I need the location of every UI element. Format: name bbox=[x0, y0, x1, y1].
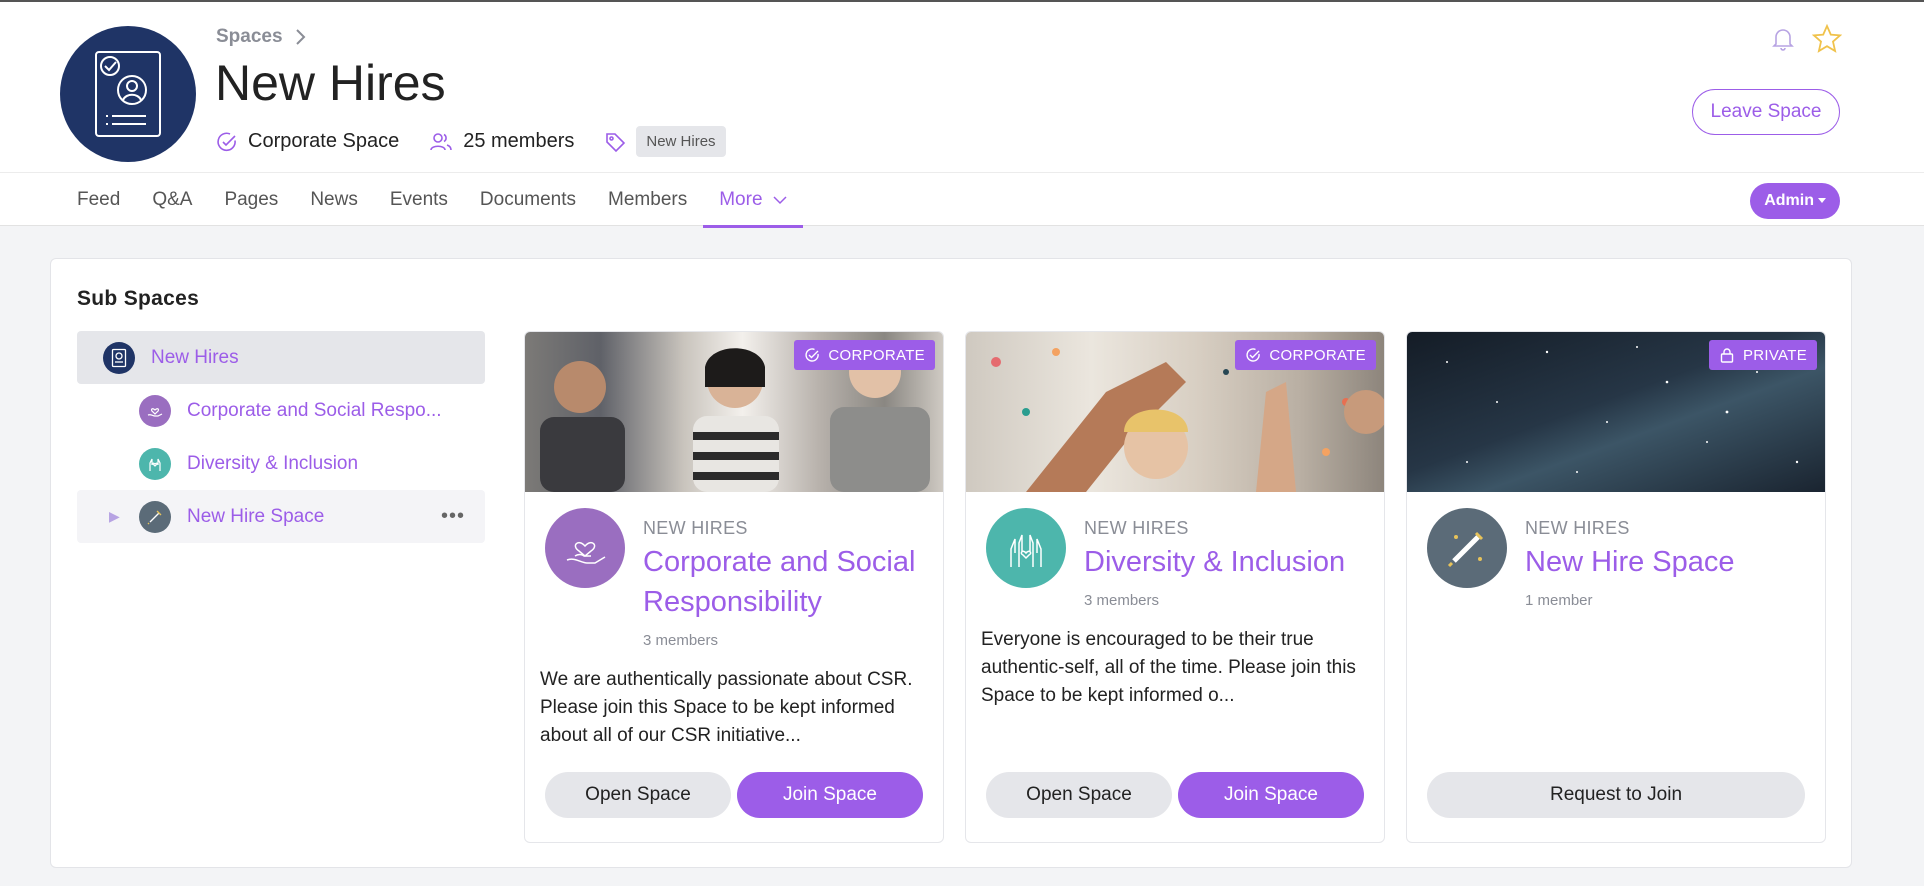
sub-spaces-tree: New Hires Corporate and Social Respo... … bbox=[77, 331, 485, 543]
admin-label: Admin bbox=[1764, 192, 1814, 209]
space-type: Corporate Space bbox=[216, 130, 399, 153]
tab-pages[interactable]: Pages bbox=[208, 173, 294, 227]
tag-chip[interactable]: New Hires bbox=[636, 126, 726, 157]
card-cover-image: CORPORATE bbox=[966, 332, 1384, 492]
check-circle-icon bbox=[1246, 348, 1261, 362]
raised-hands-icon bbox=[986, 508, 1066, 588]
tab-more[interactable]: More bbox=[703, 173, 803, 228]
member-count-label: 25 members bbox=[463, 130, 575, 152]
star-icon[interactable] bbox=[1812, 24, 1842, 54]
open-space-button[interactable]: Open Space bbox=[986, 772, 1172, 818]
id-card-icon bbox=[95, 51, 161, 137]
tree-item-csr[interactable]: Corporate and Social Respo... bbox=[77, 384, 485, 437]
card-parent-label: NEW HIRES bbox=[1525, 518, 1630, 538]
tree-item-new-hire-space[interactable]: ▶ New Hire Space ••• bbox=[77, 490, 485, 543]
rocket-icon bbox=[1427, 508, 1507, 588]
tab-members[interactable]: Members bbox=[592, 173, 703, 227]
card-title[interactable]: New Hire Space bbox=[1525, 542, 1815, 582]
hand-heart-icon bbox=[139, 394, 171, 427]
tree-item-new-hires[interactable]: New Hires bbox=[77, 331, 485, 384]
member-count[interactable]: 25 members bbox=[429, 130, 574, 153]
card-title[interactable]: Diversity & Inclusion bbox=[1084, 542, 1374, 582]
chevron-down-icon bbox=[772, 196, 787, 205]
card-parent-label: NEW HIRES bbox=[1084, 518, 1189, 538]
card-actions: Request to Join bbox=[1427, 772, 1805, 818]
card-description: We are authentically passionate about CS… bbox=[540, 669, 913, 746]
raised-hands-icon bbox=[139, 447, 171, 480]
tag-icon bbox=[606, 132, 626, 152]
lock-icon bbox=[1720, 348, 1734, 363]
space-card-csr[interactable]: CORPORATE NEW HIRES Corporate and Social… bbox=[524, 331, 944, 843]
space-card-diversity[interactable]: CORPORATE NEW HIRES Diversity & Inclusio… bbox=[965, 331, 1385, 843]
space-header: Spaces New Hires Corporate Space 25 memb… bbox=[0, 0, 1924, 172]
tree-item-label: Diversity & Inclusion bbox=[187, 452, 359, 474]
id-card-icon bbox=[103, 341, 135, 374]
space-type-label: Corporate Space bbox=[248, 130, 400, 152]
bell-icon[interactable] bbox=[1772, 27, 1794, 51]
page-title: New Hires bbox=[215, 55, 446, 111]
tree-item-label: Corporate and Social Respo... bbox=[187, 399, 442, 421]
space-avatar bbox=[60, 26, 196, 162]
card-description: Everyone is encouraged to be their true … bbox=[981, 629, 1356, 706]
more-options-icon[interactable]: ••• bbox=[441, 505, 465, 528]
card-title[interactable]: Corporate and Social Responsibility bbox=[643, 542, 933, 622]
tab-events[interactable]: Events bbox=[374, 173, 464, 227]
request-to-join-button[interactable]: Request to Join bbox=[1427, 772, 1805, 818]
badge-label: CORPORATE bbox=[1269, 346, 1366, 364]
tree-item-diversity[interactable]: Diversity & Inclusion bbox=[77, 437, 485, 490]
badge-label: PRIVATE bbox=[1742, 346, 1807, 364]
nav-tabs: Feed Q&A Pages News Events Documents Mem… bbox=[61, 173, 803, 228]
tree-item-label: New Hires bbox=[151, 346, 239, 368]
admin-dropdown-button[interactable]: Admin bbox=[1750, 183, 1840, 219]
tree-item-label: New Hire Space bbox=[187, 505, 325, 527]
card-members: 3 members bbox=[1084, 592, 1160, 609]
badge-corporate: CORPORATE bbox=[1235, 340, 1376, 370]
space-tags: New Hires bbox=[604, 126, 726, 157]
check-circle-icon bbox=[217, 132, 236, 151]
card-parent-label: NEW HIRES bbox=[643, 518, 748, 538]
check-circle-icon bbox=[805, 348, 820, 362]
join-space-button[interactable]: Join Space bbox=[1178, 772, 1364, 818]
card-actions: Open Space Join Space bbox=[545, 772, 923, 818]
space-meta: Corporate Space 25 members New Hires bbox=[216, 126, 756, 157]
tab-documents[interactable]: Documents bbox=[464, 173, 592, 227]
hand-heart-icon bbox=[545, 508, 625, 588]
caret-down-icon bbox=[1818, 198, 1826, 203]
space-card-new-hire-space[interactable]: PRIVATE NEW HIRES New Hire Space 1 membe… bbox=[1406, 331, 1826, 843]
tab-news[interactable]: News bbox=[294, 173, 374, 227]
rocket-icon bbox=[139, 500, 171, 533]
expand-caret-icon[interactable]: ▶ bbox=[109, 508, 120, 525]
leave-space-button[interactable]: Leave Space bbox=[1692, 89, 1840, 135]
tab-qa[interactable]: Q&A bbox=[136, 173, 208, 227]
space-nav: Feed Q&A Pages News Events Documents Mem… bbox=[0, 172, 1924, 228]
card-members: 3 members bbox=[643, 632, 719, 649]
users-icon bbox=[430, 132, 453, 150]
breadcrumb-spaces-link[interactable]: Spaces bbox=[216, 26, 283, 48]
open-space-button[interactable]: Open Space bbox=[545, 772, 731, 818]
tab-feed[interactable]: Feed bbox=[61, 173, 136, 227]
panel-title: Sub Spaces bbox=[77, 287, 200, 310]
header-actions bbox=[1772, 24, 1842, 54]
badge-label: CORPORATE bbox=[828, 346, 925, 364]
card-actions: Open Space Join Space bbox=[986, 772, 1364, 818]
breadcrumb: Spaces bbox=[216, 26, 307, 48]
card-members: 1 member bbox=[1525, 592, 1593, 609]
chevron-right-icon bbox=[295, 29, 305, 45]
card-cover-image: CORPORATE bbox=[525, 332, 943, 492]
sub-spaces-panel: Sub Spaces New Hires Corporate and Socia… bbox=[50, 258, 1852, 868]
tab-more-label: More bbox=[719, 189, 763, 210]
badge-corporate: CORPORATE bbox=[794, 340, 935, 370]
join-space-button[interactable]: Join Space bbox=[737, 772, 923, 818]
badge-private: PRIVATE bbox=[1708, 340, 1817, 370]
card-cover-image: PRIVATE bbox=[1407, 332, 1825, 492]
